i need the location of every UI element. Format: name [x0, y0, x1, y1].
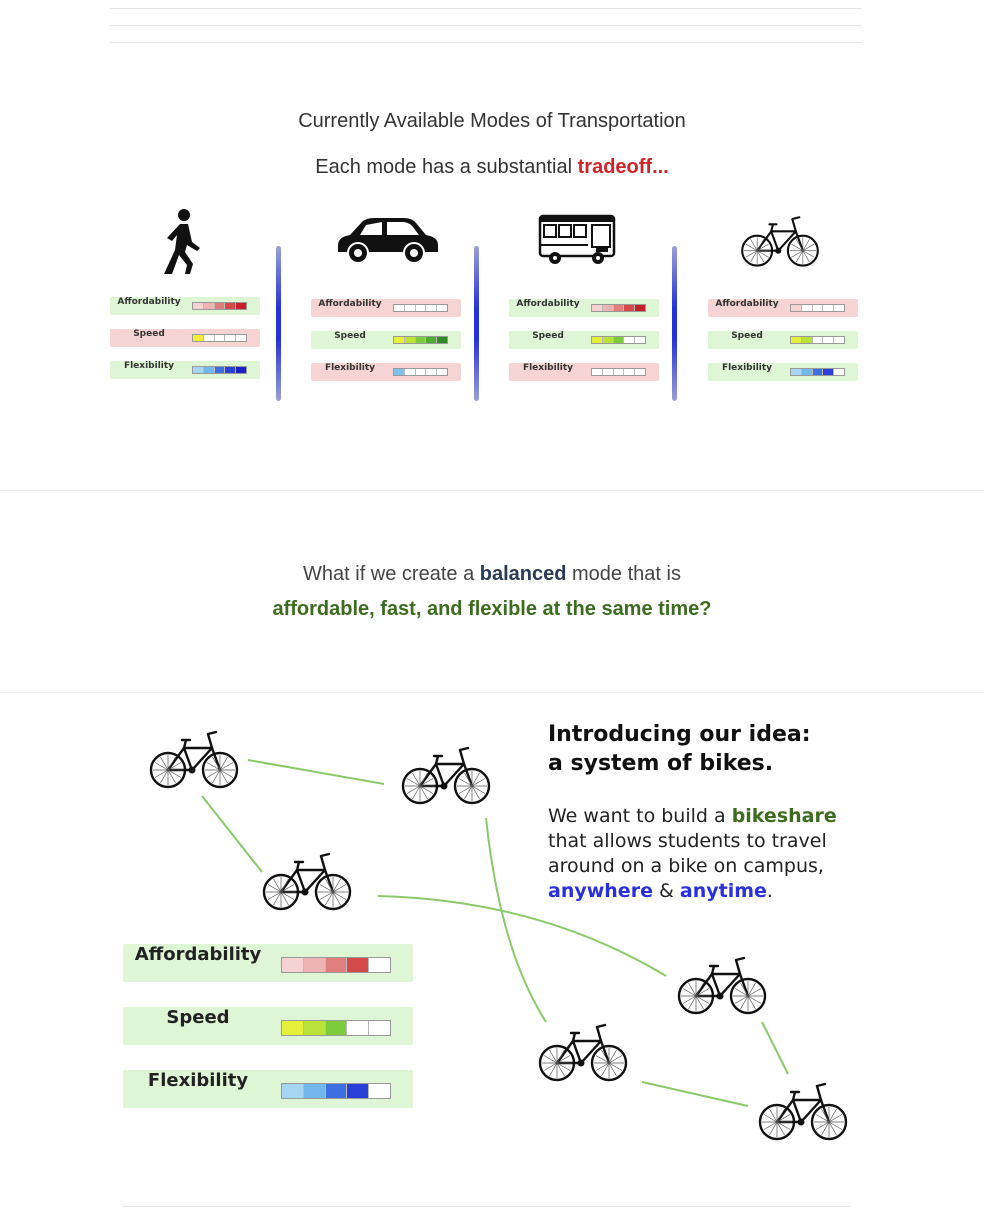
network-bicycle-icon-2	[401, 746, 491, 805]
rating-cell	[303, 1084, 326, 1098]
rating-cell	[347, 1084, 370, 1098]
idea-heading: Introducing our idea: a system of bikes.	[548, 720, 811, 778]
bikeshare-emphasis: bikeshare	[731, 805, 837, 827]
rating-cell	[303, 958, 326, 972]
rating-row-affordability: Affordability	[123, 944, 413, 982]
rating-cell	[325, 1021, 348, 1035]
rating-cell	[369, 1021, 390, 1035]
anytime-emphasis: anytime	[679, 880, 767, 902]
rating-cell	[303, 1021, 326, 1035]
network-bicycle-icon-6	[758, 1082, 848, 1141]
rating-cell	[347, 958, 370, 972]
rating-cell	[369, 1084, 390, 1098]
network-bicycle-icon-4	[677, 956, 767, 1015]
desc-period: .	[766, 880, 773, 902]
rating-label: Affordability	[134, 944, 262, 965]
rating-cell	[347, 1021, 370, 1035]
rating-bar	[281, 1083, 391, 1099]
rating-cell	[325, 958, 348, 972]
desc-line-3: around on a bike on campus,	[548, 855, 824, 877]
network-bicycle-icon-1	[149, 730, 239, 789]
rating-cell	[325, 1084, 348, 1098]
desc-prefix: We want to build a	[548, 805, 732, 827]
rating-cell	[282, 1021, 304, 1035]
bottom-rule	[122, 1206, 850, 1207]
rating-bar	[281, 1020, 391, 1036]
idea-heading-line-1: Introducing our idea:	[548, 722, 811, 747]
idea-heading-line-2: a system of bikes.	[548, 751, 774, 776]
rating-cell	[282, 1084, 304, 1098]
rating-bar	[281, 957, 391, 973]
idea-description: We want to build a bikeshare that allows…	[548, 804, 837, 904]
network-bicycle-icon-3	[262, 852, 352, 911]
network-bicycle-icon-5	[538, 1023, 628, 1082]
rating-row-speed: Speed	[123, 1007, 413, 1045]
desc-line-2: that allows students to travel	[548, 830, 827, 852]
rating-cell	[369, 958, 390, 972]
rating-cell	[282, 958, 304, 972]
rating-label: Speed	[166, 1007, 230, 1028]
bikeshare-ratings: Affordability Speed Flexibility	[123, 944, 418, 1114]
rating-label: Flexibility	[147, 1070, 249, 1091]
desc-ampersand: &	[652, 880, 680, 902]
anywhere-emphasis: anywhere	[548, 880, 653, 902]
rating-row-flexibility: Flexibility	[123, 1070, 413, 1108]
